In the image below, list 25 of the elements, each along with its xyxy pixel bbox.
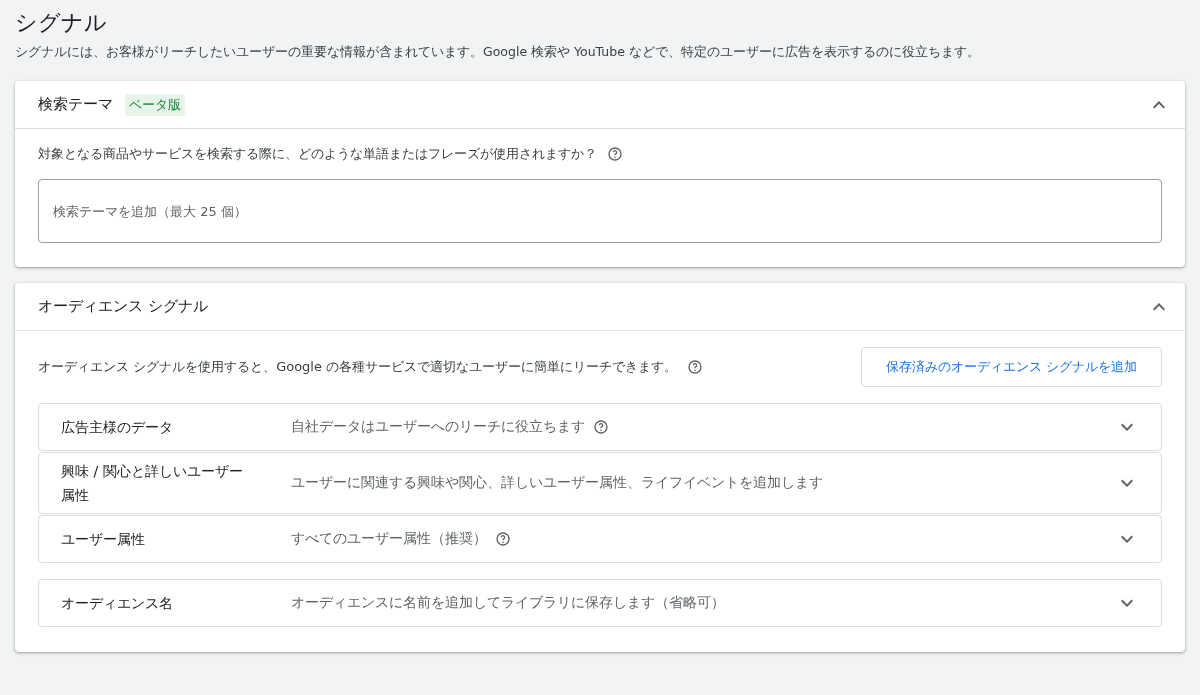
beta-badge: ベータ版 (125, 93, 185, 116)
row-description: すべてのユーザー属性（推奨） (291, 530, 487, 548)
help-icon[interactable] (607, 146, 623, 162)
signal-row[interactable]: オーディエンス名 オーディエンスに名前を追加してライブラリに保存します（省略可） (38, 579, 1162, 627)
signal-row[interactable]: 広告主様のデータ 自社データはユーザーへのリーチに役立ちます (38, 403, 1162, 451)
help-icon[interactable] (687, 359, 704, 375)
search-theme-input[interactable]: 検索テーマを追加（最大 25 個） (38, 179, 1162, 243)
row-label: 広告主様のデータ (61, 418, 174, 437)
row-label: 興味 / 関心と詳しいユーザー属性 (61, 462, 244, 505)
row-description: 自社データはユーザーへのリーチに役立ちます (291, 418, 585, 436)
question-text: 対象となる商品やサービスを検索する際に、どのような単語またはフレーズが使用されますか？ (38, 145, 597, 163)
signal-row[interactable]: ユーザー属性 すべてのユーザー属性（推奨） (38, 515, 1162, 563)
signal-row[interactable]: 興味 / 関心と詳しいユーザー属性 ユーザーに関連する興味や関心、詳しいユーザー属性、ライフイベントを追加します (38, 452, 1162, 514)
row-description: ユーザーに関連する興味や関心、詳しいユーザー属性、ライフイベントを追加します (291, 474, 823, 492)
row-label: オーディエンス名 (61, 594, 174, 613)
row-description: オーディエンスに名前を追加してライブラリに保存します（省略可） (291, 594, 725, 612)
help-icon[interactable] (495, 531, 511, 547)
page-description: シグナルには、お客様がリーチしたいユーザーの重要な情報が含まれています。Google 検索や YouTube などで、特定のユーザーに広告を表示するのに役立ちます。 (15, 44, 981, 61)
section-title: オーディエンス シグナル (38, 297, 208, 316)
audience-description: オーディエンス シグナルを使用すると、Google の各種サービスで適切なユーザーに簡単にリーチできます。 (38, 358, 678, 376)
help-icon[interactable] (593, 419, 609, 435)
add-saved-signal-button[interactable]: 保存済みのオーディエンス シグナルを追加 (860, 347, 1162, 387)
page-title: シグナル (15, 9, 108, 37)
section-title: 検索テーマ (38, 95, 113, 114)
row-label: ユーザー属性 (61, 530, 146, 549)
